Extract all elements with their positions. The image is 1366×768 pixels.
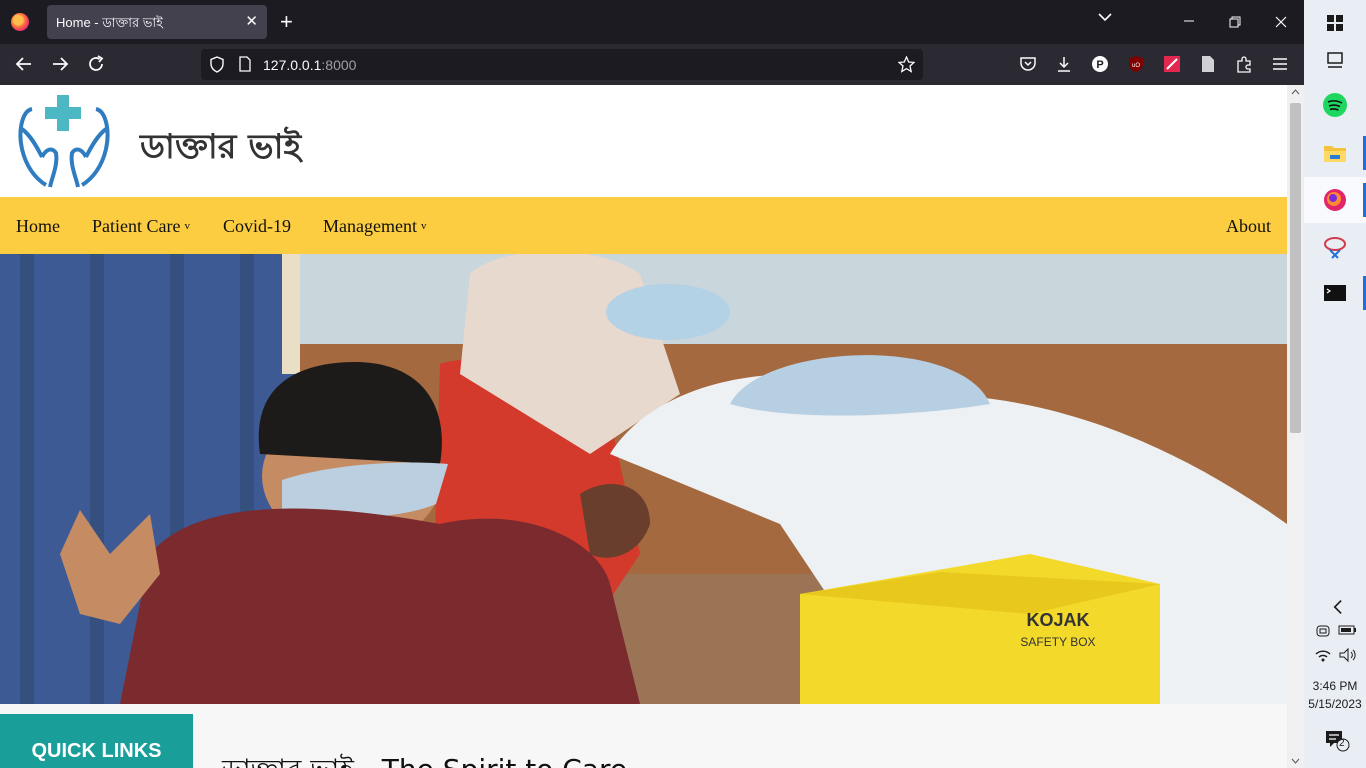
- tab-title: Home - ডাক্তার ভাই: [56, 15, 163, 30]
- menu-patient-care-label: Patient Care: [92, 216, 181, 236]
- file-explorer-icon[interactable]: [1320, 138, 1350, 168]
- chevron-down-icon: v: [420, 220, 427, 232]
- chevron-down-icon: v: [184, 220, 190, 232]
- content-section: QUICK LINKS ডাক্তার ভাই - The Spirit to …: [0, 704, 1287, 768]
- document-extension-icon[interactable]: [1199, 55, 1217, 73]
- tab-bar: Home - ডাক্তার ভাই ✕ +: [0, 0, 1304, 44]
- notification-center-icon[interactable]: [1324, 728, 1350, 752]
- main-menu: Home Patient Care v Covid-19 Management v …: [0, 197, 1287, 254]
- url-bar[interactable]: 127.0.0.1:8000: [201, 49, 923, 80]
- menu-patient-care[interactable]: Patient Care v: [92, 216, 190, 237]
- close-window-icon[interactable]: [1275, 16, 1287, 28]
- bookmark-star-icon[interactable]: [898, 56, 915, 73]
- forward-icon[interactable]: [48, 52, 72, 76]
- scrollbar-thumb[interactable]: [1290, 103, 1301, 433]
- page-viewport: ডাক্তার ভাই Home Patient Care v Covid-19 …: [0, 85, 1287, 768]
- wifi-icon[interactable]: [1314, 646, 1332, 664]
- snipping-tool-icon[interactable]: [1320, 232, 1350, 262]
- new-tab-button[interactable]: +: [280, 8, 293, 36]
- scroll-down-icon[interactable]: [1291, 758, 1300, 764]
- restore-icon[interactable]: [1229, 16, 1241, 28]
- volume-icon[interactable]: [1338, 646, 1358, 664]
- menu-hamburger-icon[interactable]: [1271, 55, 1289, 73]
- menu-about[interactable]: About: [1226, 216, 1271, 237]
- ublock-icon[interactable]: uO: [1127, 55, 1145, 73]
- hands-cross-logo[interactable]: [12, 91, 116, 191]
- firefox-taskbar-icon[interactable]: [1320, 185, 1350, 215]
- hero-vaccination-image: KOJAK SAFETY BOX: [0, 254, 1287, 704]
- shield-icon[interactable]: [209, 56, 225, 73]
- extensions-puzzle-icon[interactable]: [1235, 55, 1253, 73]
- task-view-icon[interactable]: [1320, 44, 1350, 74]
- menu-management[interactable]: Management v: [323, 216, 426, 237]
- navigation-toolbar: 127.0.0.1:8000 P uO: [0, 44, 1304, 85]
- menu-covid[interactable]: Covid-19: [223, 216, 291, 237]
- safety-box-sublabel: SAFETY BOX: [1020, 635, 1095, 649]
- safety-box-label: KOJAK: [1026, 610, 1089, 630]
- clock-time[interactable]: 3:46 PM: [1304, 679, 1366, 693]
- tagline-heading: ডাক্তার ভাই - The Spirit to Care: [222, 748, 627, 768]
- scroll-up-icon[interactable]: [1291, 89, 1300, 95]
- tab-home[interactable]: Home - ডাক্তার ভাই ✕: [47, 5, 267, 39]
- profile-extension-icon[interactable]: P: [1091, 55, 1109, 73]
- windows-taskbar: 3:46 PM 5/15/2023 2: [1304, 0, 1366, 768]
- minimize-icon[interactable]: [1183, 16, 1195, 26]
- reload-icon[interactable]: [84, 52, 108, 76]
- notification-count-badge: 2: [1339, 738, 1345, 749]
- back-icon[interactable]: [12, 52, 36, 76]
- spotify-icon[interactable]: [1320, 90, 1350, 120]
- page-icon[interactable]: [238, 56, 252, 72]
- windows-start-icon[interactable]: [1320, 8, 1350, 38]
- show-hidden-icons-chevron[interactable]: [1324, 592, 1354, 622]
- pocket-icon[interactable]: [1019, 55, 1037, 73]
- extension-red-icon[interactable]: [1163, 55, 1181, 73]
- svg-text:uO: uO: [1132, 63, 1140, 69]
- menu-management-label: Management: [323, 216, 417, 236]
- quick-links-heading[interactable]: QUICK LINKS: [0, 714, 193, 768]
- firefox-logo-icon[interactable]: [11, 13, 29, 31]
- site-title[interactable]: ডাক্তার ভাই: [140, 121, 301, 178]
- touch-keyboard-icon[interactable]: [1314, 622, 1332, 640]
- menu-home[interactable]: Home: [16, 216, 60, 237]
- svg-text:P: P: [1096, 59, 1103, 71]
- terminal-icon[interactable]: [1320, 278, 1350, 308]
- clock-date[interactable]: 5/15/2023: [1304, 697, 1366, 711]
- page-scrollbar[interactable]: [1287, 85, 1304, 768]
- list-all-tabs-icon[interactable]: [1098, 12, 1112, 22]
- tab-close-icon[interactable]: ✕: [245, 12, 258, 30]
- site-header: ডাক্তার ভাই: [0, 85, 1287, 197]
- downloads-icon[interactable]: [1055, 55, 1073, 73]
- battery-icon[interactable]: [1338, 622, 1358, 638]
- url-text[interactable]: 127.0.0.1:8000: [263, 57, 356, 73]
